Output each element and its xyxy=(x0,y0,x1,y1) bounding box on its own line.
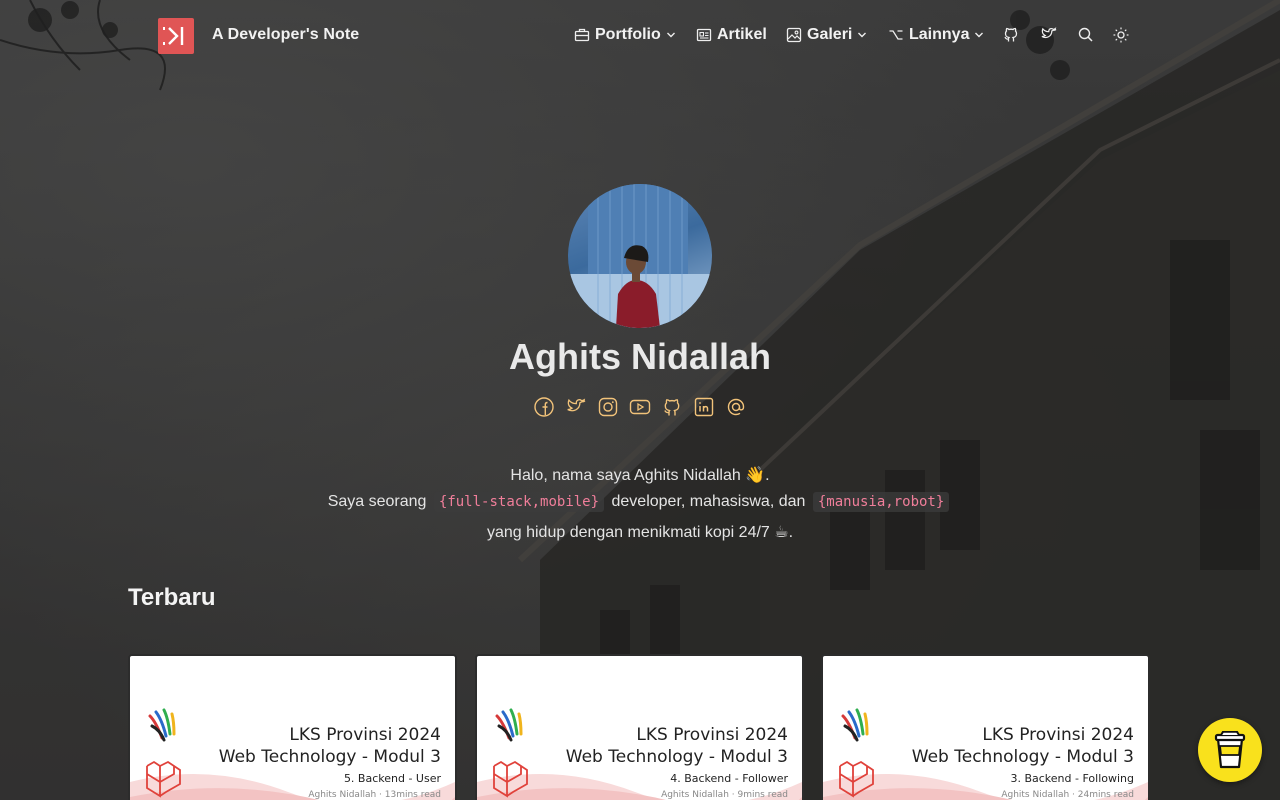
chevron-down-icon xyxy=(858,32,867,38)
instagram-icon[interactable] xyxy=(597,396,619,418)
code-snippet: {full-stack,mobile} xyxy=(433,492,605,512)
lks-logo-icon xyxy=(841,708,869,742)
laravel-logo-icon xyxy=(493,760,528,798)
briefcase-icon xyxy=(574,28,590,42)
nav-artikel[interactable]: Artikel xyxy=(696,26,767,44)
card-subtitle: 3. Backend - Following xyxy=(1010,772,1134,785)
chevron-down-icon xyxy=(666,32,675,38)
intro-text: Saya seorang xyxy=(327,493,427,510)
section-title-latest: Terbaru xyxy=(128,584,216,611)
card-title: LKS Provinsi 2024 Web Technology - Modul… xyxy=(219,724,441,768)
nav-label: Portfolio xyxy=(595,26,661,43)
theme-toggle-sun-icon[interactable] xyxy=(1112,26,1130,44)
profile-name: Aghits Nidallah xyxy=(508,336,772,377)
search-icon[interactable] xyxy=(1077,26,1095,44)
card-meta: Aghits Nidallah · 13mins read xyxy=(308,790,441,800)
card-title-line-1: LKS Provinsi 2024 xyxy=(982,725,1134,745)
facebook-icon[interactable] xyxy=(533,396,555,418)
card-subtitle: 5. Backend - User xyxy=(343,772,441,785)
github-icon[interactable] xyxy=(661,396,683,418)
youtube-icon[interactable] xyxy=(629,396,651,418)
twitter-icon[interactable] xyxy=(1040,26,1058,44)
lks-logo-icon xyxy=(148,708,176,742)
article-card[interactable]: LKS Provinsi 2024 Web Technology - Modul… xyxy=(475,654,804,800)
intro-line-2: Saya seorang {full-stack,mobile} develop… xyxy=(0,492,1280,512)
article-card[interactable]: LKS Provinsi 2024 Web Technology - Modul… xyxy=(821,654,1150,800)
card-subtitle: 4. Backend - Follower xyxy=(670,772,788,785)
article-card[interactable]: LKS Provinsi 2024 Web Technology - Modul… xyxy=(128,654,457,800)
github-icon[interactable] xyxy=(1002,26,1020,44)
email-at-icon[interactable] xyxy=(725,396,747,418)
card-title-line-1: LKS Provinsi 2024 xyxy=(289,725,441,745)
article-icon xyxy=(696,28,712,42)
nav-label: Artikel xyxy=(717,26,767,43)
social-links xyxy=(533,396,747,418)
nav-portfolio[interactable]: Portfolio xyxy=(574,26,676,44)
card-title-line-2: Web Technology - Modul 3 xyxy=(565,747,788,767)
lks-logo-icon xyxy=(495,708,523,742)
laravel-logo-icon xyxy=(839,760,874,798)
option-key-icon xyxy=(889,30,903,40)
buy-me-a-coffee-button[interactable] xyxy=(1198,718,1262,782)
code-snippet: {manusia,robot} xyxy=(812,492,950,512)
site-title[interactable]: A Developer's Note xyxy=(212,26,359,44)
card-title: LKS Provinsi 2024 Web Technology - Modul… xyxy=(566,724,788,768)
linkedin-icon[interactable] xyxy=(693,396,715,418)
intro-line-3: yang hidup dengan menikmati kopi 24/7 ☕. xyxy=(486,524,794,541)
card-title-line-2: Web Technology - Modul 3 xyxy=(911,747,1134,767)
intro-line-1: Halo, nama saya Aghits Nidallah 👋. xyxy=(510,467,770,484)
site-logo[interactable] xyxy=(158,18,194,54)
card-meta: Aghits Nidallah · 24mins read xyxy=(1001,790,1134,800)
intro-text: developer, mahasiswa, dan xyxy=(611,493,806,510)
nav-lainnya[interactable]: Lainnya xyxy=(888,26,984,44)
card-title-line-2: Web Technology - Modul 3 xyxy=(218,747,441,767)
site-header: A Developer's Note Portfolio Artikel Gal… xyxy=(0,0,1280,72)
nav-label: Lainnya xyxy=(909,26,970,43)
nav-galeri[interactable]: Galeri xyxy=(786,26,867,44)
card-title: LKS Provinsi 2024 Web Technology - Modul… xyxy=(912,724,1134,768)
image-icon xyxy=(786,27,802,43)
laravel-logo-icon xyxy=(146,760,181,798)
twitter-icon[interactable] xyxy=(565,396,587,418)
card-meta: Aghits Nidallah · 9mins read xyxy=(661,790,788,800)
nav-label: Galeri xyxy=(807,26,853,43)
avatar xyxy=(568,184,712,328)
buy-me-a-coffee-icon xyxy=(1214,731,1246,769)
card-title-line-1: LKS Provinsi 2024 xyxy=(636,725,788,745)
chevron-down-icon xyxy=(975,32,984,38)
